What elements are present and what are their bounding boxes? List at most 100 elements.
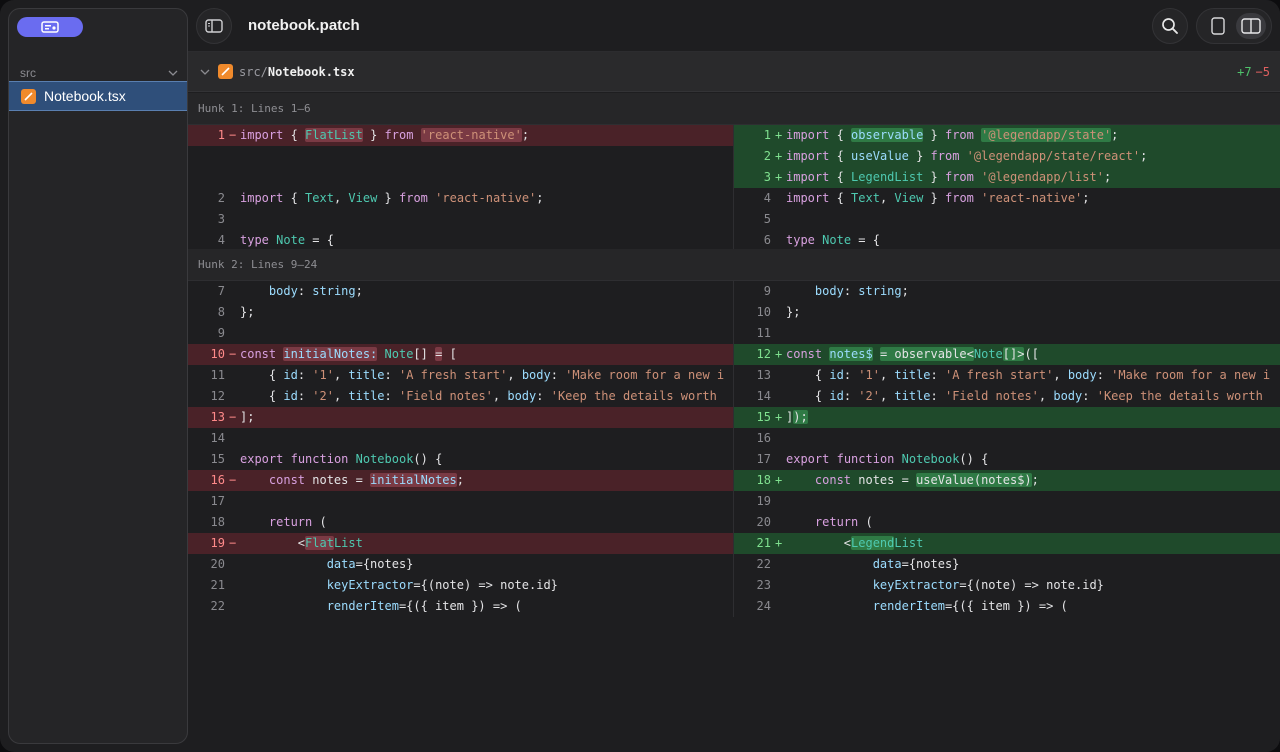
diff-line: 19− <FlatList bbox=[188, 533, 733, 554]
code-token: []> bbox=[1002, 347, 1025, 361]
code-token: Text bbox=[851, 191, 880, 205]
code-token: body bbox=[521, 368, 551, 382]
code-token: : bbox=[550, 368, 566, 382]
code-token: const bbox=[786, 347, 823, 361]
code-token: , bbox=[333, 368, 349, 382]
page-title: notebook.patch bbox=[248, 17, 360, 34]
code-token: Note bbox=[276, 233, 306, 247]
code-token: 'react-native' bbox=[435, 191, 537, 205]
split-view-button[interactable] bbox=[1235, 13, 1266, 39]
code-token: ={notes} bbox=[901, 557, 960, 571]
folder-section[interactable]: src bbox=[20, 65, 178, 81]
code-token: Text bbox=[305, 191, 334, 205]
code-token: notes = bbox=[851, 473, 917, 487]
diff-line: 1− import { FlatList } from 'react-native… bbox=[188, 125, 733, 146]
change-marker: + bbox=[775, 170, 783, 184]
collapse-chevron-icon[interactable] bbox=[200, 65, 210, 78]
code-token: import bbox=[786, 128, 830, 142]
code-token: renderItem bbox=[326, 599, 399, 613]
code-token: ([ bbox=[1024, 347, 1039, 361]
change-marker: − bbox=[229, 410, 237, 424]
line-number: 2 bbox=[763, 149, 771, 163]
code-token: ; bbox=[1103, 170, 1112, 184]
right-pane-hunk-2: 9 body: string; 10}; 11 12 + const notes$ = o… bbox=[734, 281, 1280, 617]
code-token: from bbox=[399, 191, 428, 205]
code-token: : bbox=[930, 368, 945, 382]
unified-view-button[interactable] bbox=[1203, 13, 1233, 39]
code-token: id bbox=[283, 389, 298, 403]
diff-line: 16− const notes = initialNotes; bbox=[188, 470, 733, 491]
code-token: Notebook bbox=[901, 452, 960, 466]
code-token: useValue(notes$) bbox=[916, 473, 1032, 487]
diff-line: 8}; bbox=[188, 302, 733, 323]
search-button[interactable] bbox=[1152, 8, 1188, 44]
new-patch-button[interactable] bbox=[17, 17, 83, 37]
diff-line: 10}; bbox=[734, 302, 1280, 323]
line-number: 1 bbox=[217, 128, 225, 142]
code-token: ( bbox=[312, 515, 327, 529]
diff-stats: +7 −5 bbox=[1237, 65, 1270, 79]
code-text: export function Notebook() { bbox=[240, 449, 442, 470]
line-number: 17 bbox=[210, 494, 225, 508]
diff-line: 4 import { Text, View } from 'react-nativ… bbox=[734, 188, 1280, 209]
code-token: [] bbox=[413, 347, 436, 361]
line-number: 13 bbox=[756, 368, 771, 382]
toggle-sidebar-button[interactable] bbox=[196, 8, 232, 44]
code-text: import { FlatList } from 'react-native'; bbox=[240, 125, 529, 146]
code-token: body bbox=[1053, 389, 1083, 403]
code-text: const notes = initialNotes; bbox=[240, 470, 464, 491]
code-text: export function Notebook() { bbox=[786, 449, 988, 470]
line-number: 9 bbox=[763, 284, 771, 298]
file-item-notebook[interactable]: Notebook.tsx bbox=[9, 81, 187, 111]
code-token: data bbox=[872, 557, 902, 571]
code-text: renderItem={({ item }) => ( bbox=[240, 596, 522, 617]
code-text: type Note = { bbox=[240, 230, 334, 251]
code-text: { id: '1', title: 'A fresh start', body:… bbox=[786, 365, 1270, 386]
code-token: ; bbox=[1031, 473, 1039, 487]
line-number: 18 bbox=[756, 473, 771, 487]
code-token: : bbox=[930, 389, 945, 403]
code-token: = { bbox=[305, 233, 334, 247]
code-token: ={({ item }) => ( bbox=[944, 599, 1068, 613]
code-token: title bbox=[348, 368, 385, 382]
code-token: ]; bbox=[240, 410, 255, 424]
code-token: = observable< bbox=[879, 347, 974, 361]
code-token: '2' bbox=[858, 389, 880, 403]
code-token: Note bbox=[822, 233, 852, 247]
code-token: import bbox=[786, 191, 830, 205]
code-token: keyExtractor bbox=[326, 578, 414, 592]
diff-file-header[interactable]: src/Notebook.tsx +7 −5 bbox=[188, 52, 1280, 92]
code-token: 'react-native' bbox=[420, 128, 522, 142]
diff-line: 22 renderItem={({ item }) => ( bbox=[188, 596, 733, 617]
code-text: import { LegendList } from '@legendapp/l… bbox=[786, 167, 1111, 188]
code-token: : bbox=[384, 368, 399, 382]
code-token: } bbox=[923, 191, 945, 205]
code-token: : bbox=[843, 389, 859, 403]
code-token: id bbox=[829, 389, 844, 403]
change-marker: − bbox=[229, 473, 237, 487]
sidebar: src Notebook.tsx bbox=[8, 8, 188, 744]
diff-line: 6 type Note = { bbox=[734, 230, 1280, 251]
code-token: initialNotes: bbox=[283, 347, 378, 361]
code-token: () { bbox=[413, 452, 443, 466]
code-token: : bbox=[297, 389, 313, 403]
change-marker: − bbox=[229, 347, 237, 361]
code-text: body: string; bbox=[786, 281, 909, 302]
code-token: { bbox=[829, 128, 852, 142]
code-token: 'react-native' bbox=[981, 191, 1083, 205]
code-token: observable bbox=[851, 128, 924, 142]
code-token: ={(note) => note.id} bbox=[959, 578, 1104, 592]
diff-line: 1 + import { observable } from '@legendapp… bbox=[734, 125, 1280, 146]
code-token: , bbox=[1053, 368, 1068, 382]
diff-line: 20 data={notes} bbox=[188, 554, 733, 575]
code-text: { id: '1', title: 'A fresh start', body:… bbox=[240, 365, 724, 386]
line-number: 18 bbox=[210, 515, 225, 529]
code-token: ; bbox=[1140, 149, 1148, 163]
code-token: Notebook bbox=[355, 452, 414, 466]
code-token: function bbox=[836, 452, 895, 466]
